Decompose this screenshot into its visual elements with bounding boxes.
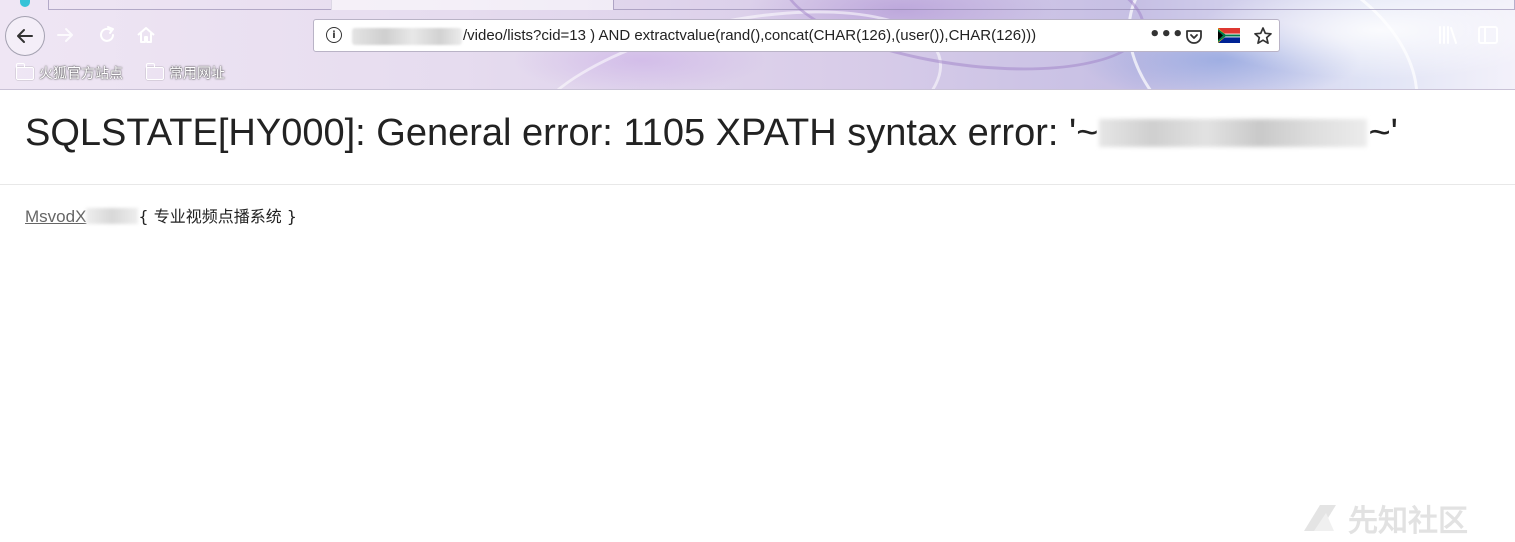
home-icon [137,27,155,43]
info-icon[interactable]: i [326,27,342,43]
tab-active[interactable] [331,0,613,10]
footer-tagline: { 专业视频点播系统 } [138,207,297,226]
home-button[interactable] [133,22,159,48]
watermark-logo-icon [1304,505,1336,531]
more-actions-icon[interactable]: ••• [1149,24,1184,45]
error-suffix: ~' [1368,112,1398,154]
pocket-icon[interactable] [1184,27,1204,47]
bookmark-item[interactable]: 常用网址 [145,62,225,83]
folder-icon [145,62,164,80]
forward-button[interactable] [52,22,78,48]
url-text[interactable]: /video/lists?cid=13 ) AND extractvalue(r… [463,27,1113,44]
reload-icon [100,26,114,42]
sidebar-icon[interactable] [1477,25,1499,45]
bookmark-star-icon[interactable] [1253,26,1273,46]
flag-icon[interactable] [1218,28,1240,43]
reload-button[interactable] [94,22,120,48]
tab-inactive[interactable] [613,0,1515,10]
footer: MsvodX { 专业视频点播系统 } [25,203,297,227]
library-icon[interactable] [1437,25,1459,45]
divider [0,184,1515,185]
address-bar[interactable]: i /video/lists?cid=13 ) AND extractvalue… [313,19,1280,52]
arrow-left-icon [17,29,33,43]
tab-inactive[interactable] [48,0,332,10]
back-button[interactable] [5,16,45,56]
redacted-host [352,28,462,45]
arrow-right-icon [57,28,73,42]
watermark-text: 先知社区 [1348,504,1468,539]
bookmark-label: 常用网址 [169,66,225,82]
redacted-value [1099,119,1368,147]
folder-icon [15,62,34,80]
footer-link[interactable]: MsvodX [25,207,86,226]
bookmark-label: 火狐官方站点 [39,66,123,82]
error-message: SQLSTATE[HY000]: General error: 1105 XPA… [25,112,1398,155]
browser-toolbar: i /video/lists?cid=13 ) AND extractvalue… [0,0,1515,90]
tab-indicator-icon [20,0,30,7]
bookmark-item[interactable]: 火狐官方站点 [15,62,123,83]
redacted-version [86,208,139,224]
error-prefix: SQLSTATE[HY000]: General error: 1105 XPA… [25,112,1099,154]
watermark: 先知社区 [1300,496,1468,540]
